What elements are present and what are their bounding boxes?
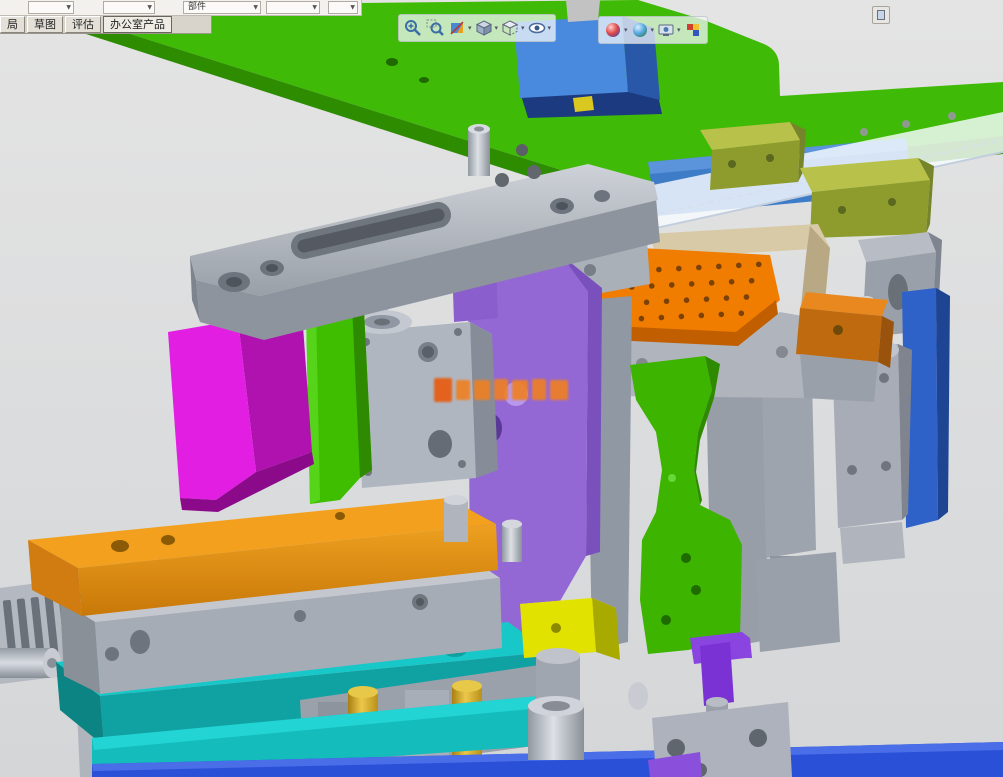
solidworks-window: ▼ ▼ 部件 ▼ ▼ ▼ 局 草图 评估 办公室产品 ▾ ▾ ▾ ▾ ▾ ▾ ▾: [0, 0, 1003, 777]
apply-scene-icon[interactable]: [630, 20, 650, 40]
chevron-down-icon: ▼: [253, 2, 258, 13]
ribbon-toolbar-row: ▼ ▼ 部件 ▼ ▼ ▼: [0, 0, 362, 16]
document-icon: [877, 10, 885, 20]
tab-sketch[interactable]: 草图: [27, 16, 63, 33]
toolbar-dropdown-3[interactable]: ▼: [266, 1, 320, 14]
chevron-down-icon[interactable]: ▾: [468, 24, 472, 32]
options-icon[interactable]: [683, 20, 703, 40]
chevron-down-icon: ▼: [312, 2, 317, 13]
hide-show-items-icon[interactable]: [527, 18, 547, 38]
toolbar-dropdown-parts[interactable]: 部件 ▼: [183, 1, 261, 14]
chevron-down-icon: ▼: [147, 2, 152, 13]
green-clamp-bar[interactable]: [306, 304, 372, 504]
mini-toolbar-icon[interactable]: [872, 6, 890, 24]
tab-layout[interactable]: 局: [0, 16, 25, 33]
chevron-down-icon: ▼: [66, 2, 71, 13]
chevron-down-icon[interactable]: ▾: [495, 24, 499, 32]
edit-appearance-icon[interactable]: [603, 20, 623, 40]
chevron-down-icon[interactable]: ▾: [651, 26, 655, 34]
chevron-down-icon[interactable]: ▾: [677, 26, 681, 34]
chevron-down-icon: ▼: [350, 2, 355, 13]
view-orientation-icon[interactable]: [474, 18, 494, 38]
toolbar-dropdown-1[interactable]: ▼: [28, 1, 74, 14]
display-style-icon[interactable]: [500, 18, 520, 38]
parts-dropdown-label: 部件: [188, 2, 206, 13]
3d-viewport[interactable]: [0, 0, 1003, 777]
chevron-down-icon[interactable]: ▾: [624, 26, 628, 34]
appearance-toolbar: ▾ ▾ ▾: [598, 16, 708, 44]
tab-office-products[interactable]: 办公室产品: [103, 16, 172, 33]
zoom-area-icon[interactable]: [425, 18, 445, 38]
toolbar-dropdown-4[interactable]: ▼: [328, 1, 358, 14]
zoom-fit-icon[interactable]: [403, 18, 423, 38]
view-settings-icon[interactable]: [656, 20, 676, 40]
heads-up-view-toolbar: ▾ ▾ ▾ ▾: [398, 14, 556, 42]
chevron-down-icon[interactable]: ▾: [521, 24, 525, 32]
command-manager-tabs: 局 草图 评估 办公室产品: [0, 16, 212, 34]
chevron-down-icon[interactable]: ▾: [548, 24, 552, 32]
tab-evaluate[interactable]: 评估: [65, 16, 101, 33]
olive-block-large[interactable]: [800, 158, 934, 238]
olive-block-small[interactable]: [700, 122, 806, 190]
toolbar-dropdown-2[interactable]: ▼: [103, 1, 155, 14]
section-view-icon[interactable]: [447, 18, 467, 38]
